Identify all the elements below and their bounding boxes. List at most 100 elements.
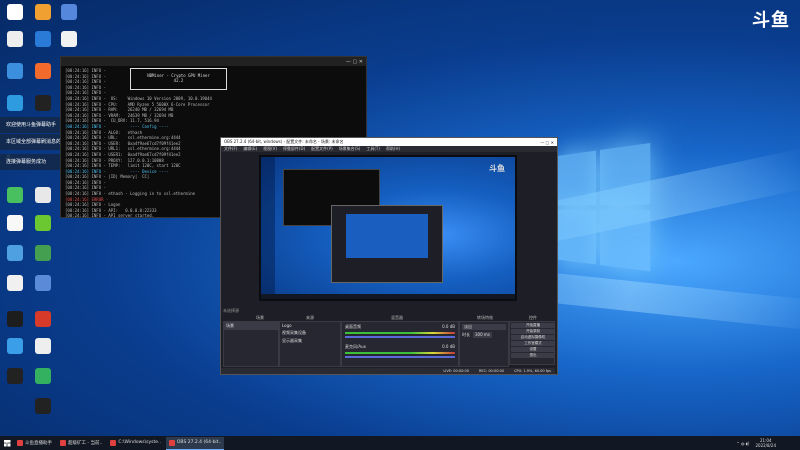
nested-obs (331, 205, 443, 283)
menu-item[interactable]: 帮助(H) (386, 146, 400, 152)
desktop-icon[interactable] (30, 398, 56, 415)
desktop-icon[interactable] (30, 4, 56, 21)
status-cpu: CPU: 1.9%, 60.00 fps (514, 369, 551, 373)
desktop-icon[interactable] (2, 31, 28, 48)
app-icon (61, 31, 77, 47)
taskbar-app-label: OBS 27.2.4 (64-bit.. (176, 440, 222, 445)
menu-item[interactable]: 场景集合(S) (339, 146, 361, 152)
transitions-panel[interactable]: 淡出 时长 300 ms (459, 321, 509, 367)
app-icon (35, 245, 51, 261)
desktop-icon[interactable] (30, 368, 56, 385)
scenes-panel[interactable]: 场景 (223, 321, 279, 367)
desktop-icon[interactable] (30, 338, 56, 355)
obs-titlebar[interactable]: OBS 27.2.4 (64-bit, windows) - 配置文件: 未命名… (221, 138, 557, 146)
app-icon (35, 338, 51, 354)
desktop-icon[interactable] (30, 95, 56, 112)
taskbar-app[interactable]: 斗鱼直播助手 (14, 437, 55, 449)
start-button[interactable] (0, 437, 14, 449)
windows-icon (3, 439, 11, 447)
app-icon (168, 439, 175, 446)
track-name: 麦克风/Aux (345, 344, 366, 349)
controls-panel: 开始直播 开始录制 启动虚拟摄像机 工作室模式 设置 退出 (509, 321, 555, 365)
taskbar-app-label: 斗鱼直播助手 (25, 440, 52, 446)
taskbar-app[interactable]: 超级矿工 - 当前.. (57, 437, 105, 449)
tray-icons[interactable]: ⌃ ◍ ◖) (736, 441, 749, 446)
app-icon (7, 31, 23, 47)
duration-input[interactable]: 300 ms (473, 332, 492, 338)
app-icon (7, 311, 23, 327)
app-icon (7, 245, 23, 261)
app-icon (35, 63, 51, 79)
app-icon (35, 187, 51, 203)
control-button[interactable]: 设置 (511, 347, 555, 352)
scene-item[interactable]: 场景 (224, 322, 278, 330)
source-item[interactable]: 视频采集设备 (280, 329, 340, 337)
obs-preview[interactable]: 斗鱼 (259, 155, 517, 301)
desktop-icon[interactable] (2, 95, 28, 112)
clock-date: 2022/8/24 (755, 443, 776, 448)
control-button[interactable]: 开始直播 (511, 323, 555, 328)
menu-item[interactable]: 视图(V) (263, 146, 277, 152)
desktop-icon[interactable] (56, 31, 82, 48)
no-source-selected: 未选择源 (223, 308, 239, 313)
app-icon (61, 4, 77, 20)
desktop-icon[interactable] (56, 4, 82, 21)
obs-title: OBS 27.2.4 (64-bit, windows) - 配置文件: 未命名… (224, 139, 344, 144)
app-icon (60, 439, 66, 446)
app-icon (7, 338, 23, 354)
transition-select[interactable]: 淡出 (462, 324, 506, 330)
control-button[interactable]: 开始录制 (511, 329, 555, 334)
volume-slider[interactable] (345, 356, 455, 358)
desktop-icon[interactable] (30, 215, 56, 232)
nested-preview (346, 214, 428, 258)
control-button[interactable]: 退出 (511, 353, 555, 358)
desktop-icon[interactable] (2, 275, 28, 292)
app-icon (35, 368, 51, 384)
desktop-icon[interactable] (2, 187, 28, 204)
desktop-icon[interactable] (2, 245, 28, 262)
volume-slider[interactable] (345, 336, 455, 338)
desktop-icon[interactable] (30, 31, 56, 48)
volume-meter (345, 332, 455, 334)
desktop-icon[interactable] (2, 63, 28, 80)
desktop-icon[interactable] (30, 187, 56, 204)
desktop-icon[interactable] (2, 368, 28, 385)
window-controls[interactable]: — ▢ ✕ (540, 140, 554, 145)
app-icon (17, 439, 23, 446)
menu-item[interactable]: 工具(T) (366, 146, 380, 152)
menu-item[interactable]: 文件(F) (224, 146, 237, 152)
control-button[interactable]: 启动虚拟摄像机 (511, 335, 555, 340)
taskbar-app-label: 超级矿工 - 当前.. (68, 440, 103, 446)
desktop-icon[interactable] (2, 311, 28, 328)
obs-statusbar: LIVE: 00:00:00 REC: 00:00:00 CPU: 1.9%, … (221, 368, 555, 374)
taskbar: 斗鱼直播助手 超级矿工 - 当前.. C:\Windows\syste.. OBS 2… (0, 436, 800, 450)
desktop-background: 斗鱼 欢迎使用斗鱼弹幕助手 本区域全部弹幕刷消息的消息 连接弹幕服务成功 — ▢… (0, 0, 800, 436)
track-db: 0.0 dB (442, 324, 455, 329)
desktop-icon[interactable] (30, 63, 56, 80)
clock[interactable]: 21:04 2022/8/24 (755, 438, 776, 448)
desktop-icon[interactable] (2, 215, 28, 232)
control-button[interactable]: 工作室模式 (511, 341, 555, 346)
menu-item[interactable]: 停靠部件(D) (283, 146, 305, 152)
taskbar-app[interactable]: OBS 27.2.4 (64-bit.. (165, 436, 225, 450)
source-item[interactable]: 显示器采集 (280, 337, 340, 345)
window-controls[interactable]: — ▢ ✕ (346, 59, 363, 65)
desktop-icon[interactable] (30, 245, 56, 262)
obs-window[interactable]: OBS 27.2.4 (64-bit, windows) - 配置文件: 未命名… (220, 137, 558, 375)
taskbar-app[interactable]: C:\Windows\syste.. (107, 437, 164, 449)
mixer-panel[interactable]: 桌面音频 0.0 dB 麦克风/Aux 0.0 dB (341, 321, 459, 367)
menu-item[interactable]: 配置文件(P) (311, 146, 333, 152)
nested-douyu-logo: 斗鱼 (489, 164, 505, 173)
console-titlebar[interactable]: — ▢ ✕ (61, 57, 366, 66)
desktop-icon[interactable] (2, 4, 28, 21)
desktop-icon[interactable] (30, 275, 56, 292)
sources-panel[interactable]: Logo 视频采集设备 显示器采集 (279, 321, 341, 367)
app-icon (7, 187, 23, 203)
obs-menubar: 文件(F) 编辑(E) 视图(V) 停靠部件(D) 配置文件(P) 场景集合(S) 工具(T… (221, 146, 557, 152)
menu-item[interactable]: 编辑(E) (243, 146, 257, 152)
transition-duration: 时长 300 ms (462, 332, 506, 338)
source-item[interactable]: Logo (280, 322, 340, 329)
app-icon (35, 215, 51, 231)
desktop-icon[interactable] (2, 338, 28, 355)
desktop-icon[interactable] (30, 311, 56, 328)
